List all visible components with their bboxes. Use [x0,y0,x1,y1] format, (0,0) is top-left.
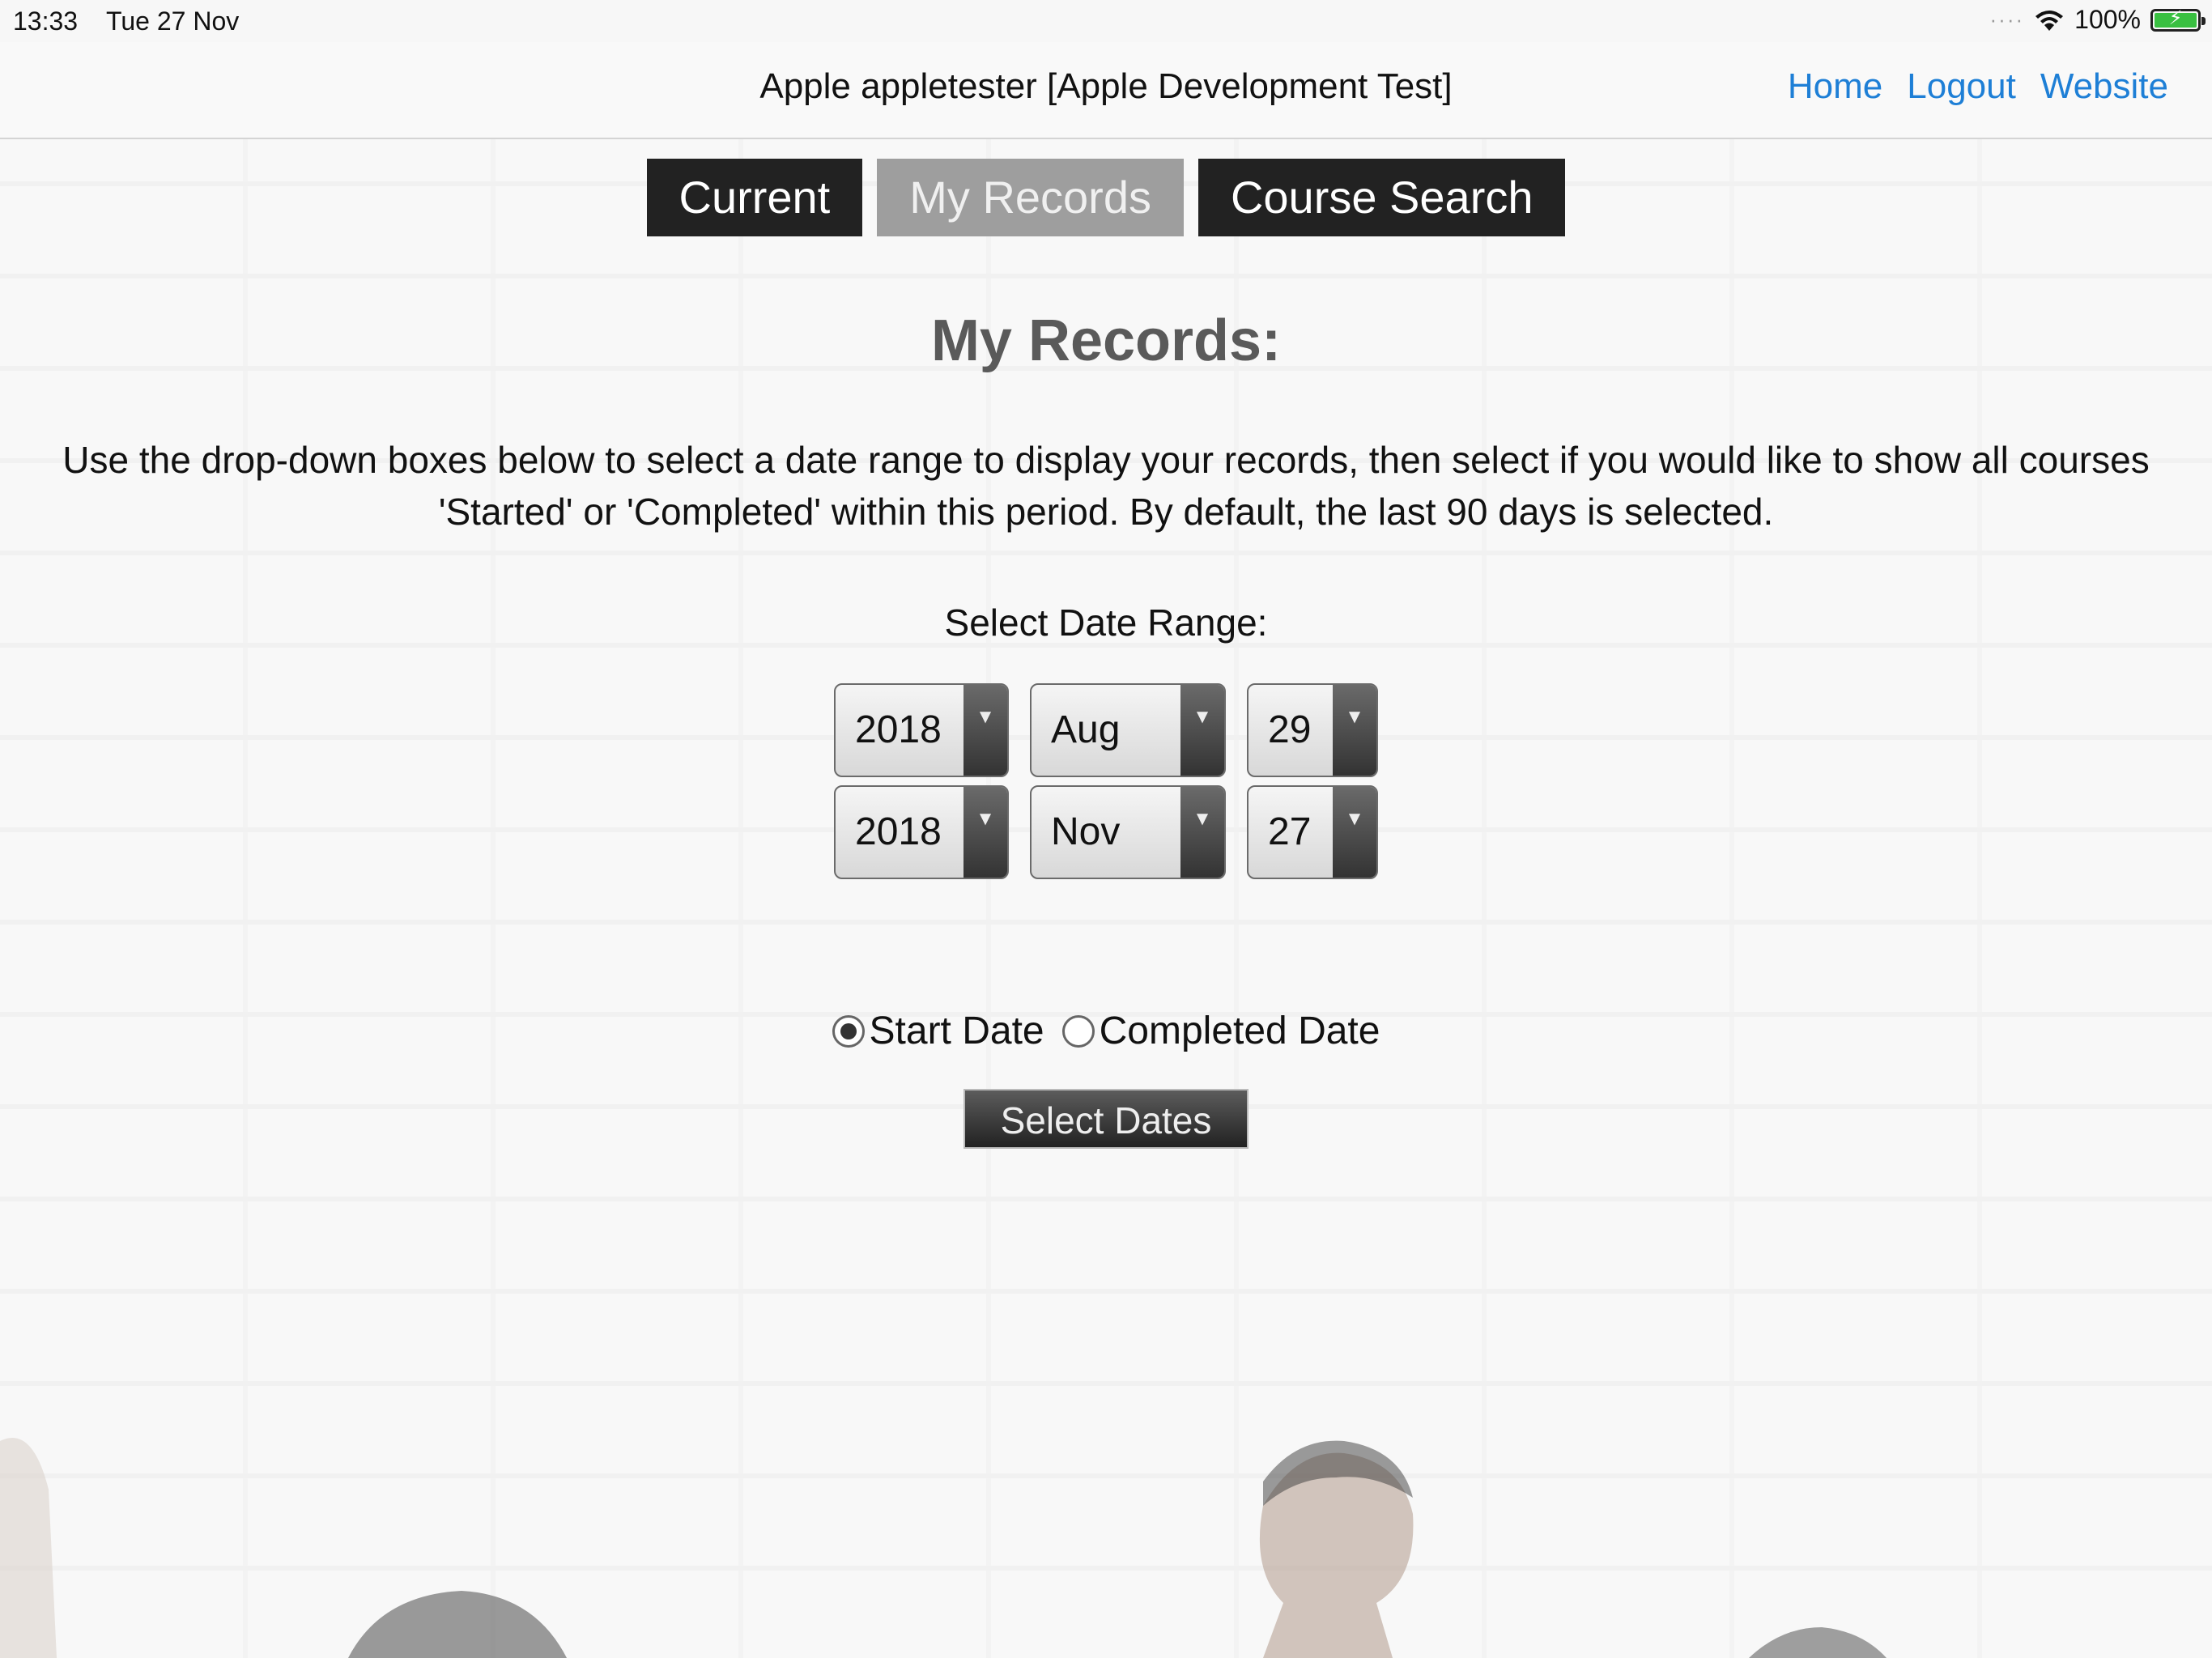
tab-current[interactable]: Current [646,159,863,236]
to-month-value: Nov [1051,810,1121,853]
signal-icon: ···· [1989,7,2025,32]
from-year-select[interactable]: 2018 ▼ [834,683,1009,777]
to-month-select[interactable]: Nov ▼ [1030,785,1226,879]
to-year-value: 2018 [855,810,942,853]
from-month-select[interactable]: Aug ▼ [1030,683,1226,777]
battery-percent: 100% [2074,5,2141,34]
tab-course-search[interactable]: Course Search [1197,159,1566,236]
date-type-radios: Start Date Completed Date [0,1009,2212,1053]
status-date: Tue 27 Nov [106,6,240,36]
from-year-value: 2018 [855,708,942,751]
tab-my-records[interactable]: My Records [877,159,1184,236]
page-title: My Records: [930,308,1282,373]
start-date-label: Start Date [869,1010,1044,1052]
chevron-down-icon: ▼ [963,787,1007,878]
radio-button-icon[interactable] [1061,1014,1095,1048]
background-people-photo [0,1438,1887,1658]
from-day-select[interactable]: 29 ▼ [1247,683,1378,777]
to-date-row: 2018 ▼ Nov ▼ 27 ▼ [0,785,2212,879]
page-description: Use the drop-down boxes below to select … [62,439,2150,533]
tab-bar: Current My Records Course Search [0,159,2212,236]
from-day-value: 29 [1268,708,1312,751]
battery-icon: ⚡ [2150,7,2206,32]
chevron-down-icon: ▼ [1180,787,1224,878]
logout-link[interactable]: Logout [1907,66,2016,107]
date-range-label: Select Date Range: [944,602,1268,644]
main-content: My Records: Use the drop-down boxes belo… [0,308,2212,1149]
wifi-icon [2035,10,2064,31]
select-dates-button[interactable]: Select Dates [963,1089,1249,1149]
chevron-down-icon: ▼ [963,685,1007,776]
chevron-down-icon: ▼ [1333,787,1376,878]
website-link[interactable]: Website [2040,66,2168,107]
to-day-value: 27 [1268,810,1312,853]
date-range-selects: 2018 ▼ Aug ▼ 29 ▼ 2018 ▼ Nov ▼ 27 ▼ [0,683,2212,887]
status-bar: 13:33 Tue 27 Nov ···· 100% ⚡ [0,0,2212,42]
app-header: Apple appletester [Apple Development Tes… [0,42,2212,139]
chevron-down-icon: ▼ [1333,685,1376,776]
radio-button-icon[interactable] [832,1014,865,1048]
status-right: ···· 100% ⚡ [1989,5,2206,35]
home-link[interactable]: Home [1788,66,1882,107]
from-date-row: 2018 ▼ Aug ▼ 29 ▼ [0,683,2212,777]
from-month-value: Aug [1051,708,1121,751]
completed-date-label: Completed Date [1099,1010,1380,1052]
start-date-radio[interactable]: Start Date [832,1009,1044,1053]
chevron-down-icon: ▼ [1180,685,1224,776]
status-time: 13:33 [13,6,79,36]
completed-date-radio[interactable]: Completed Date [1061,1009,1380,1053]
to-day-select[interactable]: 27 ▼ [1247,785,1378,879]
to-year-select[interactable]: 2018 ▼ [834,785,1009,879]
header-links: Home Logout Website [1788,66,2168,107]
